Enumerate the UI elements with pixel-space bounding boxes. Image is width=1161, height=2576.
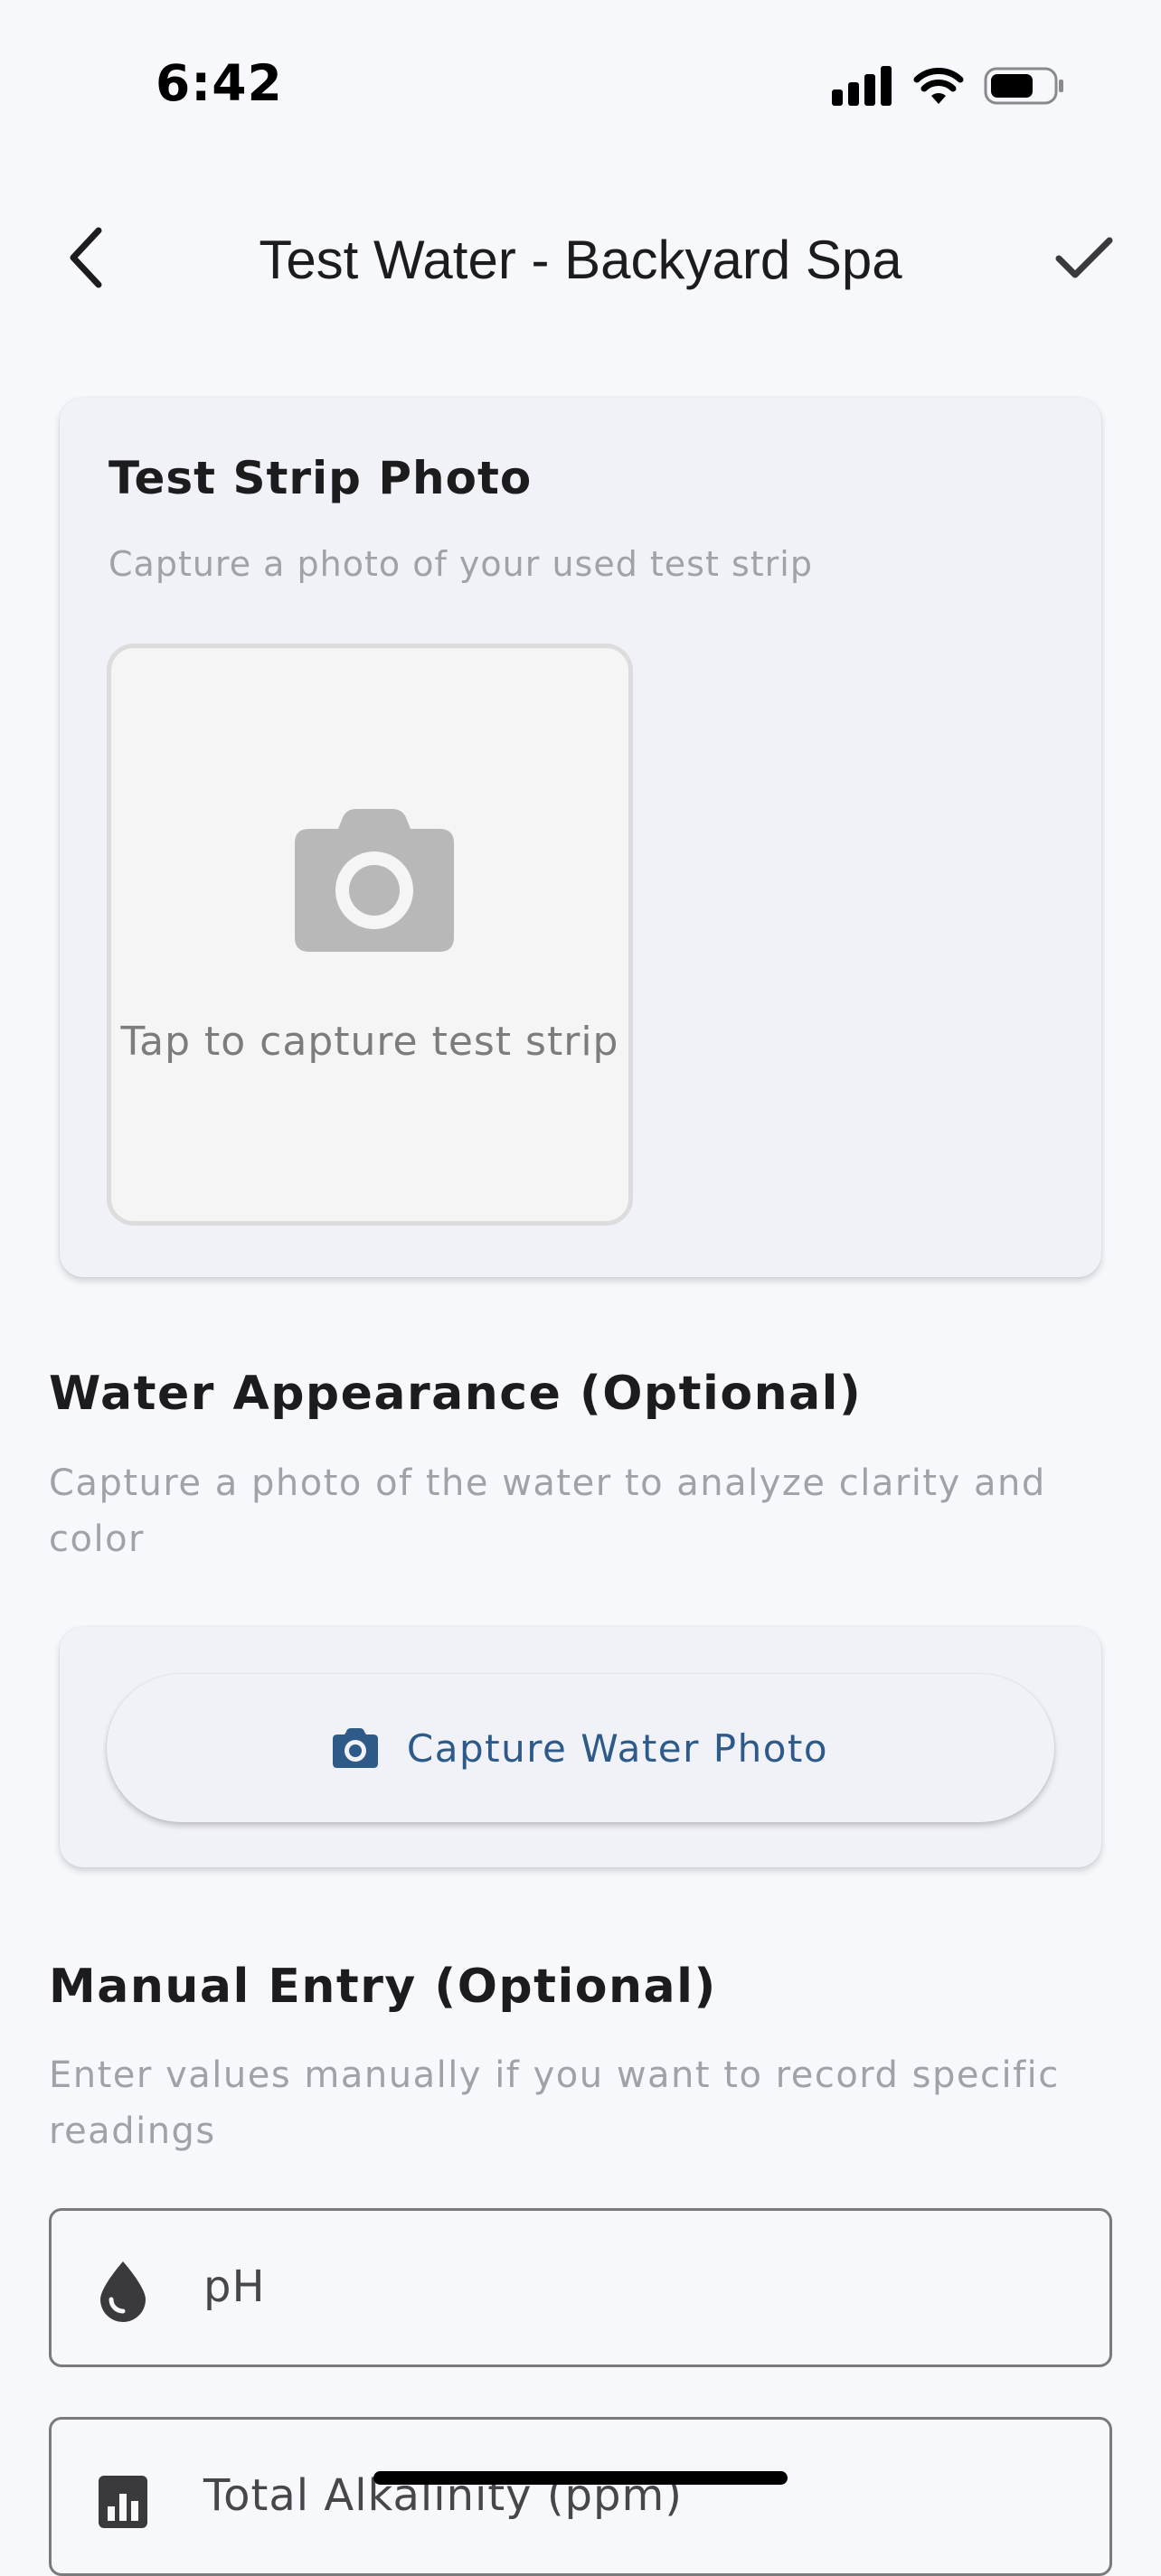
water-appearance-description: Capture a photo of the water to analyze …	[49, 1462, 1046, 1560]
status-time: 6:42	[156, 54, 283, 112]
cellular-signal-icon	[832, 66, 892, 106]
checkmark-icon	[1055, 237, 1113, 278]
capture-water-photo-label: Capture Water Photo	[406, 1725, 829, 1771]
water-photo-card: Capture Water Photo	[60, 1627, 1101, 1867]
manual-entry-title: Manual Entry (Optional)	[49, 1960, 717, 2014]
test-strip-title: Test Strip Photo	[109, 452, 533, 504]
status-bar: 6:42	[0, 0, 1161, 136]
home-indicator	[373, 2471, 788, 2485]
battery-icon	[984, 67, 1063, 105]
water-drop-icon	[100, 2261, 146, 2322]
wifi-icon	[913, 68, 964, 104]
water-appearance-title: Water Appearance (Optional)	[49, 1367, 863, 1421]
test-strip-subtitle: Capture a photo of your used test strip	[109, 544, 813, 584]
total-alkalinity-input[interactable]: Total Alkalinity (ppm)	[49, 2417, 1112, 2576]
capture-water-photo-button[interactable]: Capture Water Photo	[107, 1674, 1054, 1822]
ph-label: pH	[203, 2261, 266, 2312]
nav-bar: Test Water - Backyard Spa	[0, 203, 1161, 312]
bar-chart-icon	[99, 2476, 147, 2528]
capture-test-strip-button[interactable]: Tap to capture test strip	[107, 644, 633, 1226]
status-icons	[832, 63, 1065, 108]
manual-entry-description: Enter values manually if you want to rec…	[49, 2054, 1060, 2152]
save-button[interactable]	[1043, 221, 1125, 294]
capture-label: Tap to capture test strip	[120, 1019, 619, 1065]
page-title: Test Water - Backyard Spa	[259, 230, 902, 290]
camera-icon	[332, 1728, 378, 1768]
camera-icon	[295, 809, 454, 952]
test-strip-card: Test Strip Photo Capture a photo of your…	[60, 398, 1101, 1277]
ph-input[interactable]: pH	[49, 2208, 1112, 2367]
